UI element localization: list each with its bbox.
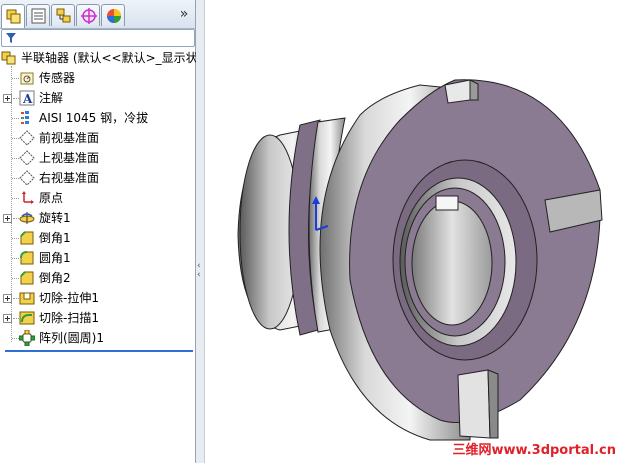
dimxpert-icon [81, 8, 97, 24]
tree-item-label: 倒角1 [39, 231, 71, 245]
svg-text:A: A [22, 92, 33, 106]
tree-item-cut-extrude1[interactable]: 切除-拉伸1 [0, 288, 195, 308]
tree-root-label: 半联轴器 (默认<<默认>_显示状 [21, 51, 198, 65]
revolve-icon [19, 212, 35, 224]
plane-icon [19, 130, 35, 146]
manager-tab-bar: » [0, 0, 195, 29]
plane-icon [19, 150, 35, 166]
tree-item-right-plane[interactable]: 右视基准面 [0, 168, 195, 188]
display-manager-icon [107, 9, 121, 23]
tab-feature-manager[interactable] [1, 4, 25, 28]
tree-item-label: AISI 1045 钢，冷拔 [39, 111, 149, 125]
rollback-bar[interactable] [5, 350, 193, 352]
tree-item-label: 前视基准面 [39, 131, 100, 145]
tree-item-chamfer2[interactable]: 倒角2 [0, 268, 195, 288]
tree-item-material[interactable]: AISI 1045 钢，冷拔 [0, 108, 195, 128]
expand-toggle[interactable] [3, 294, 12, 303]
tree-item-annotation[interactable]: A 注解 [0, 88, 195, 108]
tree-item-label: 阵列(圆周)1 [39, 331, 104, 345]
tree-item-fillet1[interactable]: 圆角1 [0, 248, 195, 268]
tree-item-label: 切除-拉伸1 [39, 291, 99, 305]
circular-pattern-icon [19, 330, 35, 346]
tree-item-label: 注解 [39, 91, 64, 105]
tab-configuration-manager[interactable] [51, 4, 75, 26]
collapse-panel-icon[interactable]: ‹ ‹ [197, 262, 203, 280]
plane-icon [19, 170, 35, 186]
tree-item-label: 切除-扫描1 [39, 311, 99, 325]
tree-item-front-plane[interactable]: 前视基准面 [0, 128, 195, 148]
tree-item-cut-sweep1[interactable]: 切除-扫描1 [0, 308, 195, 328]
graphics-viewport[interactable]: 三维网www.3dportal.cn [205, 0, 626, 463]
expand-toggle[interactable] [3, 214, 12, 223]
cut-extrude-icon [19, 292, 35, 305]
watermark-text: 三维网www.3dportal.cn [452, 443, 616, 458]
origin-icon [22, 191, 34, 204]
part-icon [1, 51, 16, 65]
annotation-icon: A [19, 90, 35, 106]
tree-item-chamfer1[interactable]: 倒角1 [0, 228, 195, 248]
tree-item-label: 倒角2 [39, 271, 71, 285]
feature-manager-icon [6, 9, 21, 24]
tree-item-top-plane[interactable]: 上视基准面 [0, 148, 195, 168]
tree-item-label: 原点 [39, 191, 64, 205]
tree-item-label: 圆角1 [39, 251, 71, 265]
chamfer-icon [20, 231, 34, 245]
feature-manager-panel: » 半联轴器 (默认<<默认>_显示状 传感器 A 注解 AISI 1045 钢… [0, 0, 198, 463]
tree-item-origin[interactable]: 原点 [0, 188, 195, 208]
tree-item-label: 传感器 [39, 71, 76, 85]
tree-item-label: 旋转1 [39, 211, 71, 225]
tree-item-label: 右视基准面 [39, 171, 100, 185]
tab-display-manager[interactable] [101, 4, 125, 26]
tab-property-manager[interactable] [26, 4, 50, 26]
configuration-manager-icon [56, 8, 71, 23]
more-tabs-button[interactable]: » [177, 6, 191, 22]
fillet-icon [20, 251, 34, 265]
tree-filter-bar[interactable] [1, 29, 195, 47]
expand-toggle[interactable] [3, 94, 12, 103]
tab-dimxpert-manager[interactable] [76, 4, 100, 26]
tree-root-part[interactable]: 半联轴器 (默认<<默认>_显示状 [0, 48, 198, 68]
tree-item-revolve[interactable]: 旋转1 [0, 208, 195, 228]
property-manager-icon [31, 8, 46, 24]
expand-toggle[interactable] [3, 314, 12, 323]
chamfer-icon [20, 271, 34, 285]
tree-item-circular-pattern1[interactable]: 阵列(圆周)1 [0, 328, 195, 348]
coupling-3d-model [237, 79, 603, 441]
sensor-icon [20, 72, 34, 85]
tree-item-sensor[interactable]: 传感器 [0, 68, 195, 88]
panel-splitter[interactable]: ‹ ‹ [196, 0, 205, 463]
cut-sweep-icon [19, 311, 35, 325]
tree-item-label: 上视基准面 [39, 151, 100, 165]
material-icon [21, 111, 29, 124]
filter-icon [6, 33, 16, 43]
